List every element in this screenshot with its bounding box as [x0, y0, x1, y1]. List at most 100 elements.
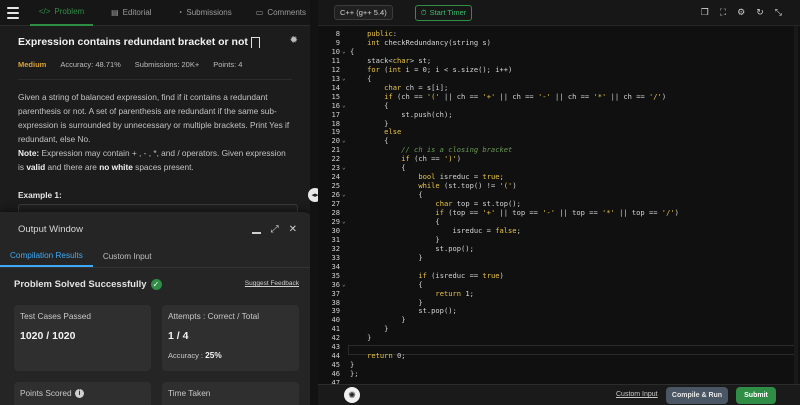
- tab-submissions[interactable]: ◔ Submissions: [174, 0, 236, 26]
- code-line: };: [350, 369, 359, 379]
- reset-icon[interactable]: ↻: [756, 7, 764, 18]
- code-line: for (int i = 0; i < s.size(); i++): [367, 64, 513, 74]
- line-number: 18: [331, 118, 340, 128]
- result-status: Problem Solved Successfully: [14, 278, 147, 290]
- fullscreen-icon[interactable]: ⛶: [720, 7, 726, 18]
- settings-icon[interactable]: ⚙: [737, 7, 745, 18]
- code-line: {: [350, 216, 440, 226]
- editor-footer: ✺ Custom Input Compile & Run Submit: [318, 384, 800, 405]
- line-number: 38: [331, 297, 340, 307]
- editor-scrollbar[interactable]: [794, 26, 798, 384]
- tab-problem[interactable]: </> Problem: [29, 0, 94, 26]
- note-paragraph: Note: Expression may contain + , - , *, …: [18, 148, 286, 172]
- line-number: 44: [331, 351, 340, 361]
- lightbulb-icon[interactable]: ✺: [344, 387, 360, 403]
- code-line: }: [350, 234, 440, 244]
- line-number: 36: [331, 279, 340, 289]
- line-number: 20: [331, 136, 340, 146]
- start-timer-button[interactable]: ⏱ Start Timer: [414, 4, 473, 21]
- output-window-controls: ⤢ ✕: [251, 224, 297, 235]
- problem-tabs-bar: </> Problem ▤ Editorial ◔ Submissions ▭ …: [0, 0, 310, 26]
- code-editor[interactable]: 8 9 10 11 12 13 14 15 16 17 18 19 20 21 22 23 24 25 26 27 28…: [318, 26, 800, 384]
- expand-icon[interactable]: ⤢: [271, 224, 279, 235]
- close-icon[interactable]: ✕: [289, 224, 297, 235]
- line-number: 22: [331, 154, 340, 164]
- code-line: stack<char> st;: [350, 55, 432, 65]
- line-number: 39: [331, 306, 340, 316]
- language-select[interactable]: C++ (g++ 5.4): [334, 5, 393, 20]
- line-number: 43: [331, 342, 340, 352]
- info-icon[interactable]: i: [75, 389, 84, 398]
- line-number: 24: [331, 172, 340, 182]
- code-line: {: [350, 46, 355, 56]
- code-line: if (top == '+' || top == '-' || top == '…: [435, 208, 679, 217]
- code-line: // ch is a closing bracket: [350, 145, 513, 155]
- history-icon: ◔: [177, 8, 183, 17]
- test-cases-value: 1020 / 1020: [20, 330, 76, 342]
- document-icon: ▤: [111, 8, 119, 17]
- tab-comments[interactable]: ▭ Comments: [252, 0, 310, 26]
- line-number: 41: [331, 324, 340, 334]
- tab-custom-input[interactable]: Custom Input: [93, 246, 162, 267]
- fold-chevron-icon[interactable]: ⌄: [342, 136, 346, 145]
- code-line: }: [350, 297, 423, 307]
- line-number: 35: [331, 270, 340, 280]
- fold-chevron-icon[interactable]: ⌄: [342, 280, 346, 289]
- points-label: Points Scored: [20, 388, 72, 398]
- code-line: st.pop();: [350, 306, 457, 316]
- code-line: char top = st.top();: [435, 199, 521, 209]
- shrink-icon[interactable]: ⤡: [775, 7, 782, 18]
- panel-splitter[interactable]: [310, 0, 318, 405]
- fold-chevron-icon[interactable]: ⌄: [342, 217, 346, 226]
- divider: [18, 79, 292, 80]
- line-number: 9: [335, 37, 340, 47]
- compile-run-button[interactable]: Compile & Run: [666, 387, 728, 404]
- line-number: 16: [331, 100, 340, 110]
- fold-chevron-icon[interactable]: ⌄: [342, 190, 346, 199]
- test-cases-label: Test Cases Passed: [20, 311, 92, 321]
- line-number: 15: [331, 91, 340, 101]
- fold-chevron-icon[interactable]: ⌄: [342, 47, 346, 56]
- fold-chevron-icon[interactable]: ⌄: [342, 74, 346, 83]
- note-label: Note:: [18, 148, 40, 158]
- code-line: if (ch == ')'): [401, 154, 462, 164]
- problem-title: Expression contains redundant bracket or…: [18, 36, 248, 48]
- attempts-card: Attempts : Correct / Total 1 / 4 Accurac…: [162, 305, 299, 371]
- line-number: 31: [331, 234, 340, 244]
- menu-icon[interactable]: [3, 2, 24, 24]
- copy-icon[interactable]: ❐: [701, 7, 709, 18]
- line-number: 32: [331, 243, 340, 253]
- problem-meta: Medium Accuracy: 48.71% Submissions: 20K…: [18, 60, 292, 69]
- custom-input-link[interactable]: Custom Input: [616, 391, 658, 398]
- submit-button[interactable]: Submit: [736, 387, 776, 404]
- minimize-icon[interactable]: [251, 231, 261, 234]
- code-icon: </>: [38, 7, 51, 16]
- code-line: }: [350, 118, 389, 128]
- description-paragraph: Given a string of balanced expression, f…: [18, 92, 290, 144]
- code-line: st.push(ch);: [350, 109, 453, 119]
- example-heading: Example 1:: [18, 190, 62, 200]
- bookmark-icon[interactable]: [250, 36, 260, 48]
- difficulty-badge: Medium: [18, 60, 47, 69]
- output-window: Output Window ⤢ ✕ Compilation Results Cu…: [0, 212, 313, 405]
- line-number: 33: [331, 252, 340, 262]
- line-number: 45: [331, 360, 340, 370]
- line-number: 21: [331, 145, 340, 155]
- suggest-feedback-link[interactable]: Suggest Feedback: [245, 280, 299, 287]
- comment-icon: ▭: [255, 8, 264, 17]
- line-number: 26: [331, 190, 340, 200]
- line-number: 10: [331, 46, 340, 56]
- fold-chevron-icon[interactable]: ⌄: [342, 163, 346, 172]
- fold-chevron-icon[interactable]: ⌄: [342, 101, 346, 110]
- tab-editorial[interactable]: ▤ Editorial: [107, 0, 155, 26]
- line-number: 28: [331, 208, 340, 217]
- points-card: Points Scored i: [14, 382, 151, 405]
- code-line: int checkRedundancy(string s): [367, 37, 491, 47]
- bug-report-icon[interactable]: ✹: [290, 35, 298, 46]
- code-line: }: [350, 315, 406, 325]
- line-number: 46: [331, 369, 340, 379]
- timer-icon: ⏱: [420, 7, 427, 17]
- tab-compilation-results[interactable]: Compilation Results: [0, 246, 93, 267]
- line-number: 12: [331, 64, 340, 74]
- code-line: st.pop();: [350, 243, 474, 253]
